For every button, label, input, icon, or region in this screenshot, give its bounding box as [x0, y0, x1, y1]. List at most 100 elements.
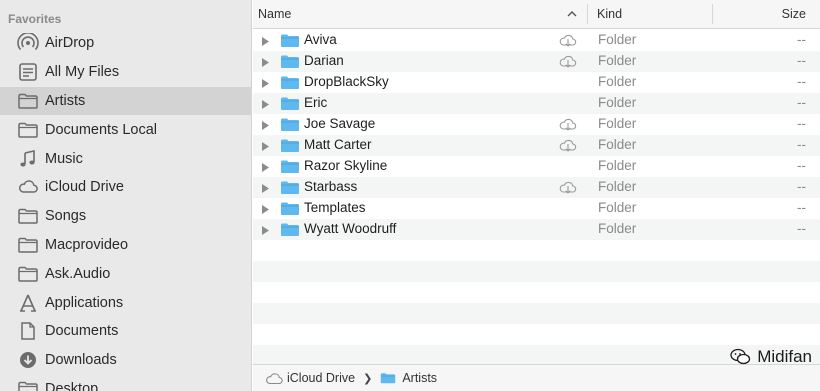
sidebar-list: AirDrop All My Files Artists Documents Loca…	[0, 29, 251, 391]
sidebar-item-music[interactable]: Music	[0, 144, 251, 173]
sidebar-item-label: Artists	[45, 92, 86, 109]
folder-icon	[17, 264, 39, 284]
file-name: Darian	[304, 53, 344, 68]
sidebar-item-label: Music	[45, 150, 83, 167]
column-divider[interactable]	[587, 4, 588, 24]
disclosure-triangle-icon[interactable]	[261, 119, 270, 130]
disclosure-triangle-icon[interactable]	[261, 35, 270, 46]
file-row[interactable]: Eric Folder --	[253, 93, 820, 114]
sidebar-item-desktop[interactable]: Desktop	[0, 375, 251, 391]
disclosure-triangle-icon[interactable]	[261, 56, 270, 67]
disclosure-triangle-icon[interactable]	[261, 77, 270, 88]
folder-icon	[17, 120, 39, 140]
column-name[interactable]: Name	[258, 0, 588, 28]
folder-icon	[280, 180, 300, 195]
file-kind: Folder	[598, 32, 637, 47]
file-row[interactable]: Matt Carter Folder --	[253, 135, 820, 156]
file-size: --	[797, 116, 806, 131]
sidebar-item-applications[interactable]: Applications	[0, 288, 251, 317]
file-row[interactable]: Starbass Folder --	[253, 177, 820, 198]
disclosure-triangle-icon[interactable]	[261, 98, 270, 109]
column-size[interactable]: Size	[782, 0, 806, 28]
sidebar-item-label: Documents Local	[45, 121, 158, 138]
file-name: Razor Skyline	[304, 158, 388, 173]
folder-icon	[17, 379, 39, 391]
watermark: Midifan	[729, 347, 812, 367]
disclosure-triangle-icon[interactable]	[261, 140, 270, 151]
sidebar-item-macprovideo[interactable]: Macprovideo	[0, 231, 251, 260]
file-kind: Folder	[598, 221, 637, 236]
file-size: --	[797, 74, 806, 89]
sidebar-item-songs[interactable]: Songs	[0, 202, 251, 231]
column-header: Name Kind Size	[253, 0, 820, 29]
folder-icon	[280, 117, 300, 132]
empty-row	[253, 240, 820, 261]
file-size: --	[797, 137, 806, 152]
empty-row	[253, 324, 820, 345]
path-item-current[interactable]: Artists	[402, 371, 437, 385]
file-row[interactable]: Darian Folder --	[253, 51, 820, 72]
file-name: Eric	[304, 95, 328, 110]
column-kind[interactable]: Kind	[597, 0, 712, 28]
column-divider[interactable]	[712, 4, 713, 24]
folder-icon	[280, 201, 300, 216]
file-name: Wyatt Woodruff	[304, 221, 397, 236]
file-row[interactable]: Templates Folder --	[253, 198, 820, 219]
folder-icon	[280, 159, 300, 174]
downloads-icon	[17, 350, 39, 370]
sidebar-item-documents-local[interactable]: Documents Local	[0, 115, 251, 144]
folder-icon	[17, 206, 39, 226]
folder-icon	[280, 75, 300, 90]
cloud-download-icon[interactable]	[558, 180, 578, 195]
cloud-download-icon[interactable]	[558, 138, 578, 153]
path-bar: iCloud Drive ❯ Artists	[253, 364, 820, 391]
sidebar-item-icloud-drive[interactable]: iCloud Drive	[0, 173, 251, 202]
sidebar: Favorites AirDrop All My Files Artists Docu…	[0, 0, 252, 391]
disclosure-triangle-icon[interactable]	[261, 203, 270, 214]
file-rows: Aviva Folder -- Darian Folder -- DropBlackSky F…	[253, 30, 820, 366]
cloud-download-icon[interactable]	[558, 117, 578, 132]
cloud-download-icon[interactable]	[558, 54, 578, 69]
documents-icon	[17, 321, 39, 341]
sidebar-item-label: Macprovideo	[45, 236, 129, 253]
file-row[interactable]: Joe Savage Folder --	[253, 114, 820, 135]
file-name: Templates	[304, 200, 366, 215]
sidebar-item-all-my-files[interactable]: All My Files	[0, 58, 251, 87]
file-name: Matt Carter	[304, 137, 372, 152]
sidebar-item-airdrop[interactable]: AirDrop	[0, 29, 251, 58]
sidebar-item-label: Ask.Audio	[45, 265, 111, 282]
folder-icon	[280, 96, 300, 111]
file-size: --	[797, 200, 806, 215]
folder-icon	[280, 54, 300, 69]
empty-row	[253, 303, 820, 324]
sidebar-item-label: Downloads	[45, 352, 117, 369]
file-size: --	[797, 179, 806, 194]
disclosure-triangle-icon[interactable]	[261, 182, 270, 193]
file-row[interactable]: Aviva Folder --	[253, 30, 820, 51]
folder-icon	[17, 235, 39, 255]
sidebar-item-ask-audio[interactable]: Ask.Audio	[0, 259, 251, 288]
file-kind: Folder	[598, 137, 637, 152]
path-item-root[interactable]: iCloud Drive	[287, 371, 355, 385]
chevron-right-icon: ❯	[363, 372, 373, 385]
folder-icon	[280, 222, 300, 237]
folder-icon	[380, 372, 398, 385]
file-size: --	[797, 95, 806, 110]
sidebar-item-artists[interactable]: Artists	[0, 86, 251, 116]
cloud-download-icon[interactable]	[558, 33, 578, 48]
file-list-pane: Name Kind Size Aviva Folder -- Darian Folder…	[253, 0, 820, 391]
file-size: --	[797, 221, 806, 236]
file-size: --	[797, 32, 806, 47]
file-row[interactable]: Wyatt Woodruff Folder --	[253, 219, 820, 240]
sort-ascending-icon[interactable]	[566, 8, 578, 20]
file-row[interactable]: DropBlackSky Folder --	[253, 72, 820, 93]
music-icon	[17, 149, 39, 169]
disclosure-triangle-icon[interactable]	[261, 224, 270, 235]
sidebar-item-documents[interactable]: Documents	[0, 317, 251, 346]
file-kind: Folder	[598, 158, 637, 173]
file-row[interactable]: Razor Skyline Folder --	[253, 156, 820, 177]
sidebar-item-label: All My Files	[45, 64, 120, 81]
sidebar-item-downloads[interactable]: Downloads	[0, 346, 251, 375]
folder-icon	[17, 91, 39, 111]
disclosure-triangle-icon[interactable]	[261, 161, 270, 172]
